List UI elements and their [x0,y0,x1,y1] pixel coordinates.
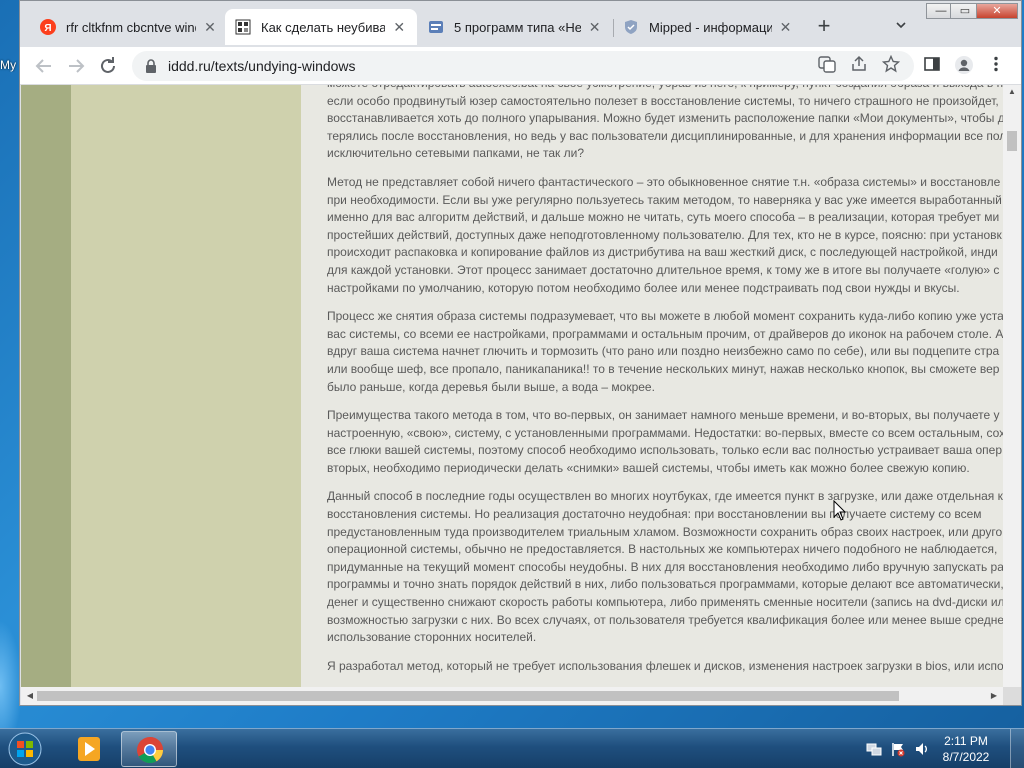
profile-avatar-icon[interactable] [954,55,974,77]
tab-close-icon[interactable]: ✕ [778,19,793,36]
address-bar[interactable]: iddd.ru/texts/undying-windows [132,51,914,81]
tab-close-icon[interactable]: ✕ [391,19,407,36]
tab-search-chevron-icon[interactable] [893,18,909,34]
tab-label: Как сделать неубиваем [261,19,385,35]
paragraph-line: денег и существенно снижают скорость раб… [327,595,1003,610]
paragraph-line: все глюки вашей системы, поэтому способ … [327,443,1002,458]
tab-close-icon[interactable]: ✕ [202,19,218,36]
tab-strip: Я rfr cltkfnm cbcntve wind ✕ Как сделать… [20,1,1021,47]
paragraph-line: вторых, необходимо периодически делать «… [327,460,970,475]
show-desktop-button[interactable] [1010,729,1024,768]
page-viewport: можете отредактировать autoexec.bat на с… [21,85,1003,687]
vertical-scrollbar[interactable]: ▲ [1003,85,1021,687]
tab-label: Mipped - информацио [649,19,772,35]
system-clock[interactable]: 2:11 PM 8/7/2022 [936,733,996,765]
svg-text:Я: Я [44,23,51,34]
article-paragraph: Я разработал метод, который не требует и… [327,658,1003,676]
paragraph-line: возможностью загрузки с них. Во всех слу… [327,612,1003,627]
paragraph-line: восстанавливается хоть до полного упарыв… [327,111,1003,126]
paragraph-line: простейших действий, доступных даже непо… [327,227,1002,242]
media-player-icon[interactable] [62,731,118,767]
chrome-icon[interactable] [121,731,177,767]
network-icon[interactable] [866,741,882,757]
page-sidebar [71,85,301,687]
paragraph-line: придуманные на текущий момент способы не… [327,559,1003,574]
paragraph-line: вдруг ваша система начнет глючить и торм… [327,344,1000,359]
paragraph-line: или вообще шеф, все пропало, паникапаник… [327,361,1000,376]
article-paragraph: Данный способ в последние годы осуществл… [327,488,1003,646]
scrollbar-corner [1003,687,1021,705]
shield-favicon-icon [623,19,639,35]
paragraph-line: Процесс же снятия образа системы подразу… [327,309,1003,324]
new-tab-button[interactable]: + [813,15,835,37]
paragraph-line: было раньше, когда деревья были выше, а … [327,379,655,394]
tab-active-article[interactable]: Как сделать неубиваем ✕ [225,9,417,45]
paragraph-line: Преимущества такого метода в том, что во… [327,408,1000,423]
browser-toolbar: iddd.ru/texts/undying-windows [20,47,1021,85]
article-text: можете отредактировать autoexec.bat на с… [327,85,1003,686]
yandex-icon: Я [40,19,56,35]
clock-date: 8/7/2022 [942,750,990,764]
page-left-stripe [21,85,71,687]
paragraph-line: настроенную, «свою», систему, с установл… [327,425,1003,440]
tab-yandex[interactable]: Я rfr cltkfnm cbcntve wind ✕ [30,9,228,45]
translate-icon[interactable] [817,55,837,77]
horizontal-scrollbar[interactable]: ◀ ▶ [21,687,1003,705]
paragraph-line: восстановления системы. Но реализация до… [327,507,982,522]
horizontal-scroll-thumb[interactable] [37,691,899,701]
bookmark-star-icon[interactable] [881,54,901,77]
share-icon[interactable] [849,55,869,77]
article-content: можете отредактировать autoexec.bat на с… [301,85,1003,687]
paragraph-line: исключительно сетевыми папками, не так л… [327,146,585,161]
taskbar: 2:11 PM 8/7/2022 [0,728,1024,768]
tab-label: rfr cltkfnm cbcntve wind [66,19,196,35]
lock-icon[interactable] [144,59,158,73]
site-favicon-icon [235,19,251,35]
tab-label: 5 программ типа «Неу [454,19,582,35]
url-text: iddd.ru/texts/undying-windows [168,58,356,74]
menu-kebab-icon[interactable] [986,55,1006,77]
desktop-icon-label[interactable]: Му [0,58,18,72]
paragraph-line: Метод не представляет собой ничего фанта… [327,174,1001,189]
scroll-right-arrow-icon[interactable]: ▶ [987,687,1001,705]
scroll-left-arrow-icon[interactable]: ◀ [23,687,37,705]
paragraph-line: если особо продвинутый юзер самостоятель… [327,93,999,108]
article-paragraph: можете отредактировать autoexec.bat на с… [327,85,1003,163]
scroll-up-arrow-icon[interactable]: ▲ [1003,85,1021,99]
article-paragraph: Преимущества такого метода в том, что во… [327,407,1003,477]
back-arrow-icon[interactable] [32,54,56,78]
forward-arrow-icon[interactable] [64,54,88,78]
paragraph-line: использование сторонних носителей. [327,630,537,645]
paragraph-line: настройками по умолчанию, которую потом … [327,280,960,295]
paragraph-line: вас системы, со всеми ее настройками, пр… [327,326,1003,341]
vertical-scroll-thumb[interactable] [1007,131,1017,151]
tab-mipped[interactable]: Mipped - информацио ✕ [613,9,803,45]
browser-window: Я rfr cltkfnm cbcntve wind ✕ Как сделать… [19,0,1022,706]
paragraph-line: предустановленным туда производителем тр… [327,524,1003,539]
article-paragraph: Процесс же снятия образа системы подразу… [327,308,1003,396]
paragraph-line: при необходимости. Если вы уже регулярно… [327,192,1002,207]
paragraph-line: Я разработал метод, который не требует и… [327,658,1003,673]
paragraph-line: можете отредактировать autoexec.bat на с… [327,85,1003,93]
volume-icon[interactable] [914,741,930,757]
action-center-flag-icon[interactable] [890,741,906,757]
paragraph-line: программы и точно знать порядок действий… [327,577,1003,592]
paragraph-line: операционной системы, обычно не предоста… [327,542,998,557]
side-panel-icon[interactable] [922,55,942,77]
reload-icon[interactable] [96,54,120,78]
article-favicon-icon [428,19,444,35]
start-button[interactable] [4,731,46,767]
paragraph-line: для каждой установки. Этот процесс заним… [327,262,1000,277]
paragraph-line: терялись после восстановления, но ведь у… [327,128,1003,143]
paragraph-line: именно для вас алгоритм действий, и даль… [327,210,1000,225]
paragraph-line: происходит распаковка и копирование файл… [327,245,998,260]
tab-close-icon[interactable]: ✕ [587,19,602,36]
clock-time: 2:11 PM [944,734,988,748]
tab-programs[interactable]: 5 программ типа «Неу ✕ [418,9,612,45]
close-window-button[interactable]: ✕ [976,3,1018,19]
paragraph-line: Данный способ в последние годы осуществл… [327,489,1003,504]
article-paragraph: Метод не представляет собой ничего фанта… [327,174,1003,297]
